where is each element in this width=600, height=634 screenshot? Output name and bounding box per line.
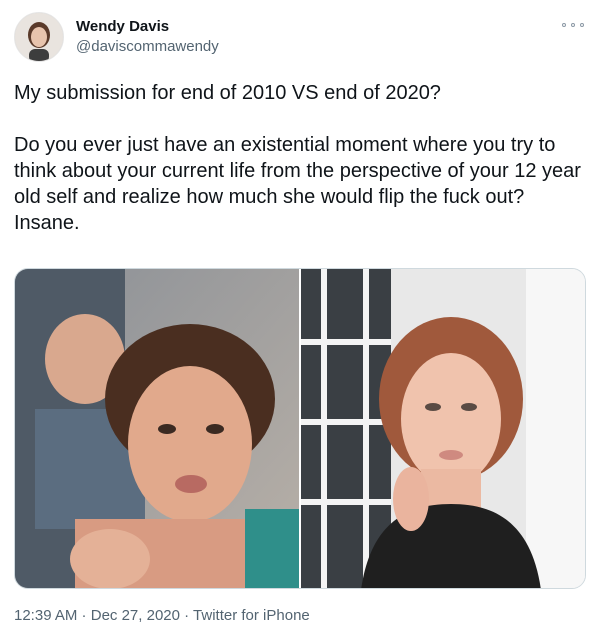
photo-2020[interactable]: [301, 269, 585, 588]
separator: ·: [77, 607, 91, 624]
display-name[interactable]: Wendy Davis: [76, 17, 219, 37]
photo-2010-image: [15, 269, 299, 588]
avatar-image: [15, 13, 63, 61]
tweet-time[interactable]: 12:39 AM: [14, 607, 77, 624]
tweet-footer: 12:39 AM · Dec 27, 2020 · Twitter for iP…: [14, 606, 310, 626]
tweet-text: My submission for end of 2010 VS end of …: [14, 80, 584, 236]
tweet: Wendy Davis @daviscommawendy My submissi…: [0, 0, 600, 634]
tweet-text-line2: Do you ever just have an existential mom…: [14, 134, 581, 234]
user-handle[interactable]: @daviscommawendy: [76, 37, 219, 57]
more-options-icon[interactable]: [562, 20, 584, 30]
avatar[interactable]: [14, 12, 64, 62]
media-grid: [14, 268, 586, 589]
photo-2010[interactable]: [15, 269, 299, 588]
tweet-header: Wendy Davis @daviscommawendy: [14, 12, 219, 62]
tweet-date[interactable]: Dec 27, 2020: [91, 607, 180, 624]
dot: [571, 23, 575, 27]
dot: [562, 23, 566, 27]
photo-2020-image: [301, 269, 585, 588]
tweet-text-line1: My submission for end of 2010 VS end of …: [14, 82, 441, 104]
tweet-source[interactable]: Twitter for iPhone: [193, 607, 310, 624]
separator: ·: [179, 607, 194, 624]
dot: [580, 23, 584, 27]
author-names: Wendy Davis @daviscommawendy: [76, 17, 219, 57]
